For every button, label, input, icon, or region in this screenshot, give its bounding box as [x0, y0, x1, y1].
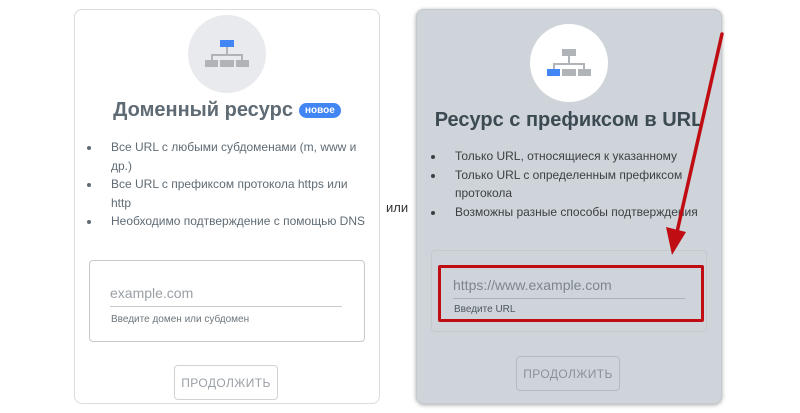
red-arrow-icon: [666, 32, 724, 255]
